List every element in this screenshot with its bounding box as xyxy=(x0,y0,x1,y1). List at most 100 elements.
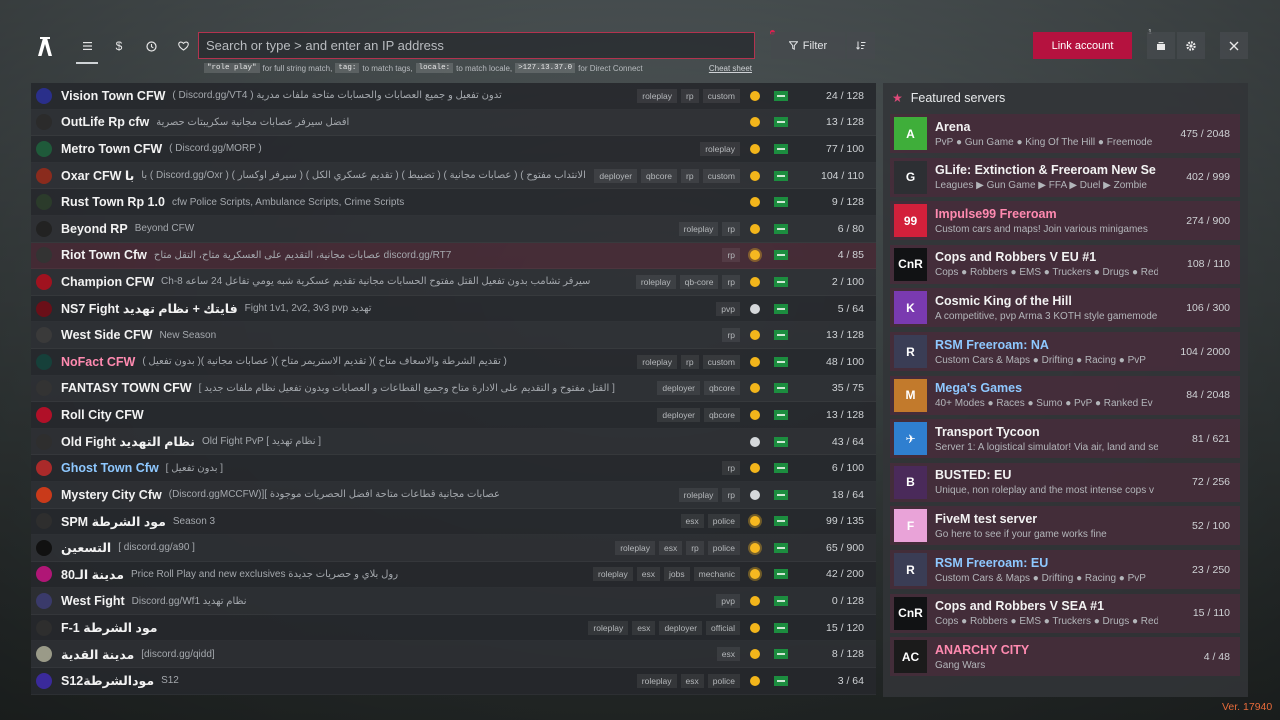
server-tag[interactable]: roleplay xyxy=(635,274,676,289)
sort-button[interactable] xyxy=(847,32,875,59)
server-tag[interactable]: police xyxy=(707,540,740,555)
server-tag[interactable]: rp xyxy=(722,461,740,476)
server-description: افضل سيرفر عصابات مجانية سكريبتات حصرية xyxy=(156,116,350,128)
server-tag[interactable]: roleplay xyxy=(637,354,678,369)
server-row[interactable]: F-1 مود الشرطة roleplay esx deployer officia… xyxy=(31,614,876,642)
server-row[interactable]: مدينة القدية [discord.gg/qidd] esx 8 / 128 xyxy=(31,641,876,669)
server-tag[interactable]: pvp xyxy=(716,301,740,316)
server-tag[interactable]: roleplay xyxy=(593,567,633,582)
server-tag[interactable]: police xyxy=(707,514,740,529)
server-tag[interactable]: esx xyxy=(632,620,656,635)
server-tag[interactable]: esx xyxy=(636,567,661,582)
featured-server-item[interactable]: CnR Cops and Robbers V SEA #1 Cops ● Robbe… xyxy=(890,593,1240,633)
featured-player-count: 402 / 999 xyxy=(1186,171,1230,184)
server-tag[interactable]: mechanic xyxy=(693,567,740,582)
server-row[interactable]: NoFact CFW ( بدون تفعيل )( عصابات مجانية … xyxy=(31,348,876,376)
server-row[interactable]: West Fight Discord.gg/Wf1 نظام تهديد pvp 0 … xyxy=(31,588,876,615)
server-tag[interactable]: deployer xyxy=(594,168,638,183)
featured-server-item[interactable]: A Arena PvP ● Gun Game ● King Of The Hill … xyxy=(890,114,1240,153)
server-tag[interactable]: rp xyxy=(681,168,699,183)
featured-server-item[interactable]: M Mega's Games 40+ Modes ● Races ● Sumo ● … xyxy=(890,375,1240,415)
server-row[interactable]: Riot Town Cfw عصابات مجانية، التقديم على … xyxy=(31,242,876,270)
server-row[interactable]: مدينة الـ80 Price Roll Play and new exclu… xyxy=(31,561,876,589)
featured-server-item[interactable]: F FiveM test server Go here to see if your… xyxy=(890,506,1240,546)
server-row[interactable]: Vision Town CFW ( Discord.gg/VT4 ) تدون ت… xyxy=(31,83,876,110)
server-tag[interactable]: roleplay xyxy=(678,487,719,502)
server-tag[interactable]: esx xyxy=(680,514,704,529)
server-tag[interactable]: deployer xyxy=(659,620,703,635)
server-row[interactable]: Ghost Town Cfw [ بدون تفعيل ] rp 6 / 100 xyxy=(31,455,876,482)
server-row[interactable]: Mystery City Cfw (Discord.ggMCCFW)][ عصاب… xyxy=(31,481,876,509)
server-tag[interactable]: rp xyxy=(722,274,740,289)
server-tag[interactable]: rp xyxy=(681,88,699,103)
server-tag[interactable]: esx xyxy=(716,647,740,662)
server-tag[interactable]: custom xyxy=(702,354,740,369)
server-tag[interactable]: rp xyxy=(722,221,740,236)
server-row[interactable]: West Side CFW New Season rp 13 / 128 xyxy=(31,322,876,349)
server-row[interactable]: FANTASY TOWN CFW [ القتل مفتوح و التقديم … xyxy=(31,375,876,403)
server-tag[interactable]: custom xyxy=(702,88,740,103)
heart-icon[interactable] xyxy=(170,34,196,58)
sun-icon xyxy=(750,383,760,394)
server-tag[interactable]: pvp xyxy=(716,594,740,609)
featured-server-item[interactable]: AC ANARCHY CITY Gang Wars 4 / 48 xyxy=(890,637,1240,677)
server-tag[interactable]: police xyxy=(707,673,740,688)
sort-icon xyxy=(856,41,866,50)
clock-icon[interactable] xyxy=(138,34,164,58)
featured-server-item[interactable]: K Cosmic King of the Hill A competitive, p… xyxy=(890,288,1240,328)
server-tag[interactable]: rp xyxy=(686,540,704,555)
server-tag[interactable]: qb-core xyxy=(679,274,719,289)
link-account-button[interactable]: Link account xyxy=(1033,32,1132,59)
featured-server-item[interactable]: CnR Cops and Robbers V EU #1 Cops ● Robber… xyxy=(890,244,1240,284)
featured-server-item[interactable]: ✈ Transport Tycoon Server 1: A logistical … xyxy=(890,419,1240,459)
server-row[interactable]: Beyond RP Beyond CFW roleplay rp 6 / 80 xyxy=(31,215,876,243)
settings-button[interactable] xyxy=(1177,32,1205,59)
server-tag[interactable]: roleplay xyxy=(588,620,629,635)
featured-server-item[interactable]: R RSM Freeroam: EU Custom Cars & Maps ● Dr… xyxy=(890,550,1240,589)
server-row[interactable]: OutLife Rp cfw افضل سيرفر عصابات مجانية س… xyxy=(31,109,876,137)
server-list[interactable]: Vision Town CFW ( Discord.gg/VT4 ) تدون ت… xyxy=(31,83,876,697)
server-row[interactable]: Rust Town Rp 1.0 cfw Police Scripts, Ambu… xyxy=(31,189,876,216)
notifications-button[interactable] xyxy=(1147,32,1175,59)
filter-button[interactable]: Filter xyxy=(771,32,845,59)
featured-server-text: Arena PvP ● Gun Game ● King Of The Hill ●… xyxy=(935,120,1158,148)
close-button[interactable] xyxy=(1220,32,1248,59)
server-tag[interactable]: roleplay xyxy=(636,673,677,688)
server-row[interactable]: S12مودالشرطة S12 roleplay esx police 3 / 64 xyxy=(31,668,876,695)
server-tag[interactable]: deployer xyxy=(657,381,700,396)
featured-server-item[interactable]: 99 Impulse99 Freeroam Custom cars and maps… xyxy=(890,201,1240,241)
server-tag[interactable]: rp xyxy=(681,354,699,369)
server-row[interactable]: NS7 Fight فايتك + نظام تهديد Fight 1v1, 2… xyxy=(31,295,876,323)
server-tag[interactable]: deployer xyxy=(657,407,700,422)
dollar-icon[interactable]: $ xyxy=(106,34,132,58)
server-tag[interactable]: esx xyxy=(658,540,683,555)
server-tag[interactable]: roleplay xyxy=(637,88,678,103)
server-tag[interactable]: rp xyxy=(722,487,740,502)
server-row[interactable]: Old Fight نظام التهديد Old Fight PvP [ نظ… xyxy=(31,428,876,456)
server-row[interactable]: التسعين [ discord.gg/a90 ] roleplay esx rp po… xyxy=(31,535,876,562)
server-tag[interactable]: qbcore xyxy=(704,407,740,422)
server-row[interactable]: SPM مود الشرطة Season 3 esx police 99 / 135 xyxy=(31,508,876,536)
server-tag[interactable]: official xyxy=(706,620,740,635)
server-tag[interactable]: roleplay xyxy=(700,141,740,156)
server-tag[interactable]: rp xyxy=(722,328,740,343)
server-tag[interactable]: roleplay xyxy=(678,221,719,236)
server-tag[interactable]: esx xyxy=(680,673,704,688)
featured-server-item[interactable]: R RSM Freeroam: NA Custom Cars & Maps ● Dr… xyxy=(890,332,1240,371)
server-tag[interactable]: custom xyxy=(702,168,740,183)
server-row[interactable]: Champion CFW Ch-8 سيرفر تشامب بدون تفعيل … xyxy=(31,269,876,296)
search-input[interactable] xyxy=(198,32,755,59)
server-tag[interactable]: jobs xyxy=(664,567,690,582)
cheat-sheet-link[interactable]: Cheat sheet xyxy=(709,64,752,73)
fivem-logo-icon[interactable] xyxy=(36,36,54,56)
featured-server-item[interactable]: B BUSTED: EU Unique, non roleplay and the … xyxy=(890,462,1240,502)
featured-server-item[interactable]: G GLife: Extinction & Freeroam New Se Leag… xyxy=(890,157,1240,197)
server-tag[interactable]: rp xyxy=(722,248,740,263)
server-tag[interactable]: qbcore xyxy=(641,168,678,183)
list-icon[interactable] xyxy=(74,34,100,64)
server-row[interactable]: Oxar CFW با با ( Discord.gg/Oxr ) ( سيرفر… xyxy=(31,162,876,190)
server-tag[interactable]: qbcore xyxy=(704,381,740,396)
server-row[interactable]: Roll City CFW deployer qbcore 13 / 128 xyxy=(31,402,876,429)
server-tag[interactable]: roleplay xyxy=(615,540,655,555)
server-row[interactable]: Metro Town CFW ( Discord.gg/MORP ) rolepla… xyxy=(31,136,876,163)
